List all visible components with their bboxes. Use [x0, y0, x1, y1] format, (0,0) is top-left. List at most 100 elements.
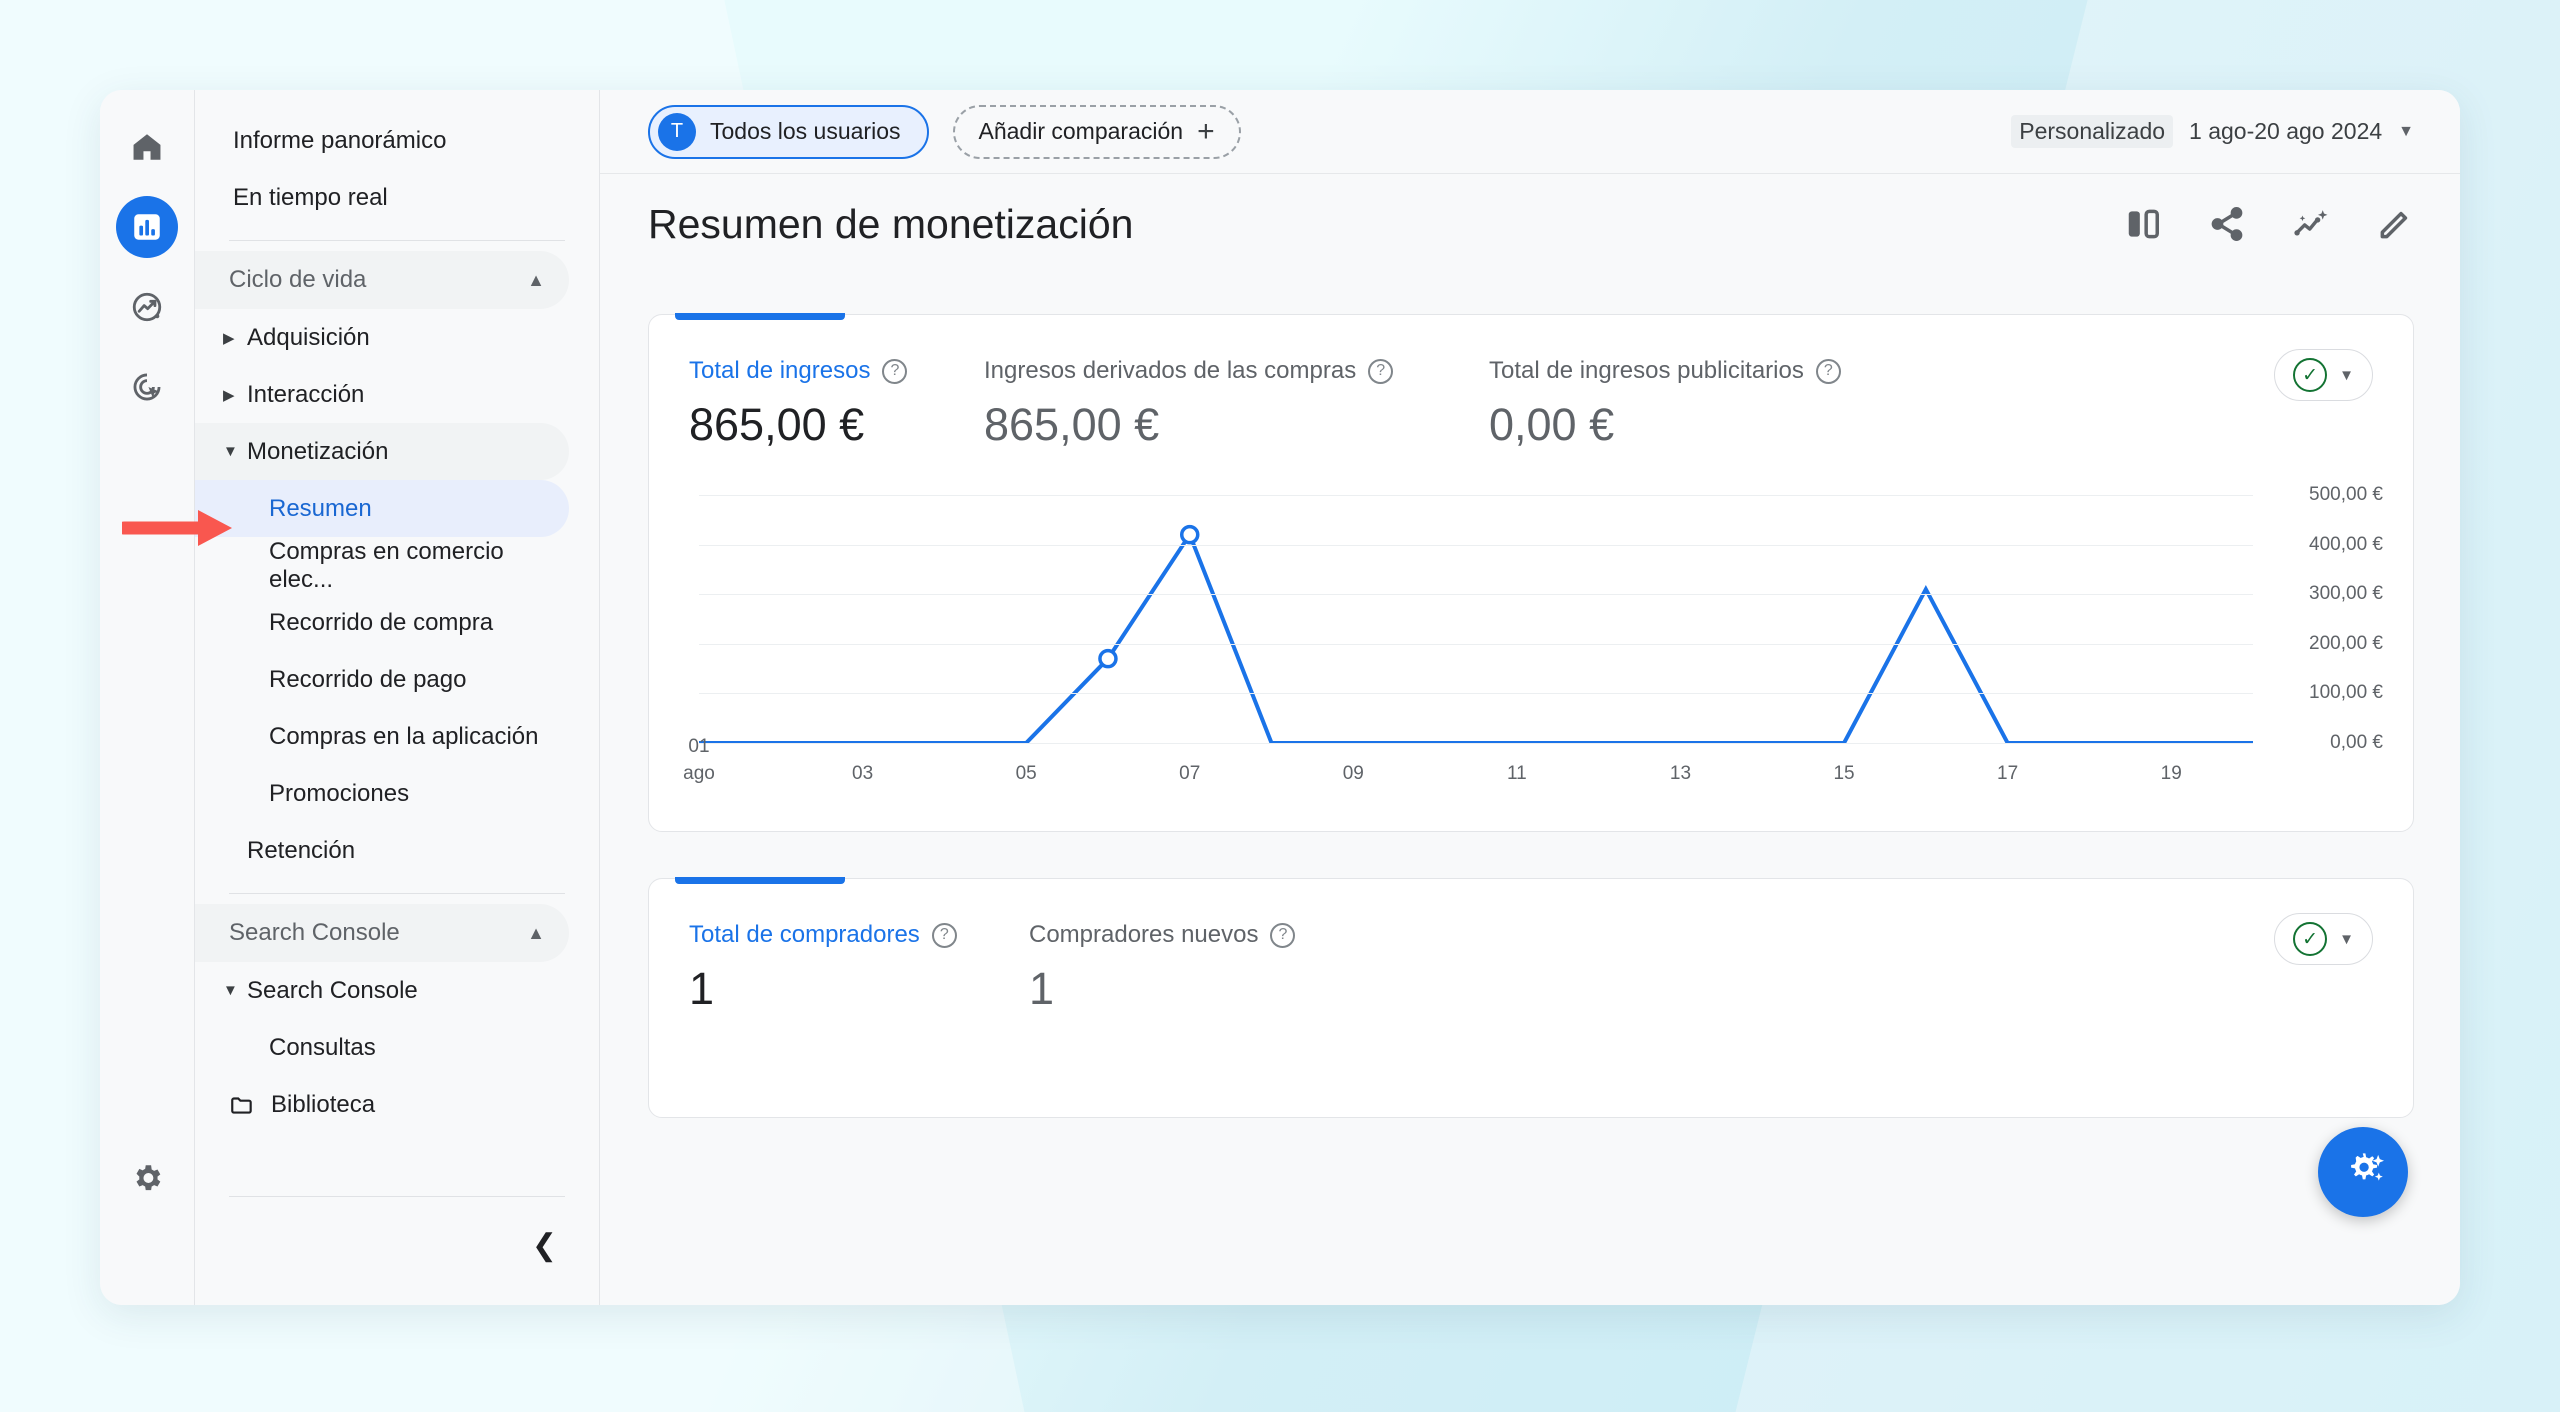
sidebar-item-biblioteca[interactable]: Biblioteca — [195, 1076, 569, 1133]
avatar: T — [658, 112, 696, 151]
metric-compradores-nuevos[interactable]: Compradores nuevos ? 1 — [1029, 921, 1296, 1015]
sidebar-item-label: Compras en comercio elec... — [269, 537, 504, 593]
metric-label-text: Total de ingresos publicitarios — [1489, 357, 1804, 384]
metric-total-de-compradores[interactable]: Total de compradores ? 1 — [689, 921, 1029, 1015]
sidebar-group-adquisicion[interactable]: ▶ Adquisición — [195, 309, 569, 366]
sidebar-group-search-console[interactable]: ▼ Search Console — [195, 962, 569, 1019]
chart-gridline — [699, 643, 2253, 645]
sidebar-item-compras-comercio-electronico[interactable]: Compras en comercio elec... — [195, 537, 569, 594]
sidebar-item-recorrido-de-pago[interactable]: Recorrido de pago — [195, 651, 569, 708]
help-icon[interactable]: ? — [1368, 358, 1394, 384]
metric-label: Total de ingresos publicitarios ? — [1489, 357, 1841, 385]
data-quality-status-badge[interactable]: ✓ ▼ — [2274, 349, 2373, 401]
sidebar-item-label: Resumen — [269, 494, 372, 522]
chevron-up-icon: ▲ — [527, 270, 545, 290]
explore-icon[interactable] — [116, 276, 178, 338]
date-range-label: 1 ago-20 ago 2024 — [2189, 118, 2383, 144]
compare-view-icon[interactable] — [2124, 205, 2162, 243]
analytics-app-window: Informe panorámico En tiempo real Ciclo … — [100, 90, 2460, 1305]
primary-icon-rail — [100, 90, 195, 1305]
sidebar-item-promociones[interactable]: Promociones — [195, 765, 569, 822]
chip-label: Todos los usuarios — [710, 118, 901, 144]
chevron-down-icon: ▼ — [2398, 122, 2414, 140]
report-scroll-area[interactable]: Total de ingresos ? 865,00 € Ingresos de… — [600, 274, 2460, 1305]
metric-total-de-ingresos[interactable]: Total de ingresos ? 865,00 € — [689, 357, 984, 451]
insights-icon[interactable] — [2292, 205, 2330, 243]
admin-gear-icon[interactable] — [116, 1147, 178, 1209]
sidebar-item-compras-en-la-aplicacion[interactable]: Compras en la aplicación — [195, 708, 569, 765]
caret-down-icon: ▼ — [2339, 930, 2354, 948]
chart-y-tick-label: 0,00 € — [2330, 732, 2383, 753]
metric-label: Compradores nuevos ? — [1029, 921, 1296, 949]
advertising-target-icon[interactable] — [116, 356, 178, 418]
chart-data-point[interactable] — [1098, 648, 1118, 669]
sidebar-group-interaccion[interactable]: ▶ Interacción — [195, 366, 569, 423]
chart-gridline — [699, 743, 2253, 744]
add-comparison-label: Añadir comparación — [978, 118, 1184, 144]
reports-bar-chart-icon[interactable] — [116, 196, 178, 258]
sidebar-section-ciclo-de-vida[interactable]: Ciclo de vida ▲ — [195, 251, 569, 309]
caret-down-icon: ▼ — [2339, 366, 2354, 384]
metric-label-text: Ingresos derivados de las compras — [984, 357, 1357, 384]
chart-x-tick-label: 15 — [1833, 763, 1855, 784]
metric-total-de-ingresos-publicitarios[interactable]: Total de ingresos publicitarios ? 0,00 € — [1489, 357, 1841, 451]
chip-all-users[interactable]: T Todos los usuarios — [648, 104, 929, 159]
sidebar-item-recorrido-de-compra[interactable]: Recorrido de compra — [195, 594, 569, 651]
help-icon[interactable]: ? — [1270, 922, 1296, 948]
revenue-overview-card: Total de ingresos ? 865,00 € Ingresos de… — [648, 313, 2414, 832]
share-icon[interactable] — [2208, 205, 2246, 243]
sidebar-item-informe-panoramico[interactable]: Informe panorámico — [195, 112, 567, 169]
metric-value: 865,00 € — [689, 399, 865, 450]
sidebar-item-label: Compras en la aplicación — [269, 722, 539, 750]
sidebar-section-search-console[interactable]: Search Console ▲ — [195, 904, 569, 962]
chart-y-tick-label: 500,00 € — [2309, 484, 2383, 505]
date-range-selector[interactable]: Personalizado 1 ago-20 ago 2024 ▼ — [2011, 115, 2414, 148]
chart-data-point[interactable] — [1179, 524, 1200, 545]
chevron-down-icon: ▼ — [223, 982, 238, 999]
add-comparison-button[interactable]: Añadir comparación + — [952, 104, 1241, 159]
sidebar-item-en-tiempo-real[interactable]: En tiempo real — [195, 169, 567, 226]
buyers-metrics-row: Total de compradores ? 1 Compradores nue… — [649, 879, 2413, 1015]
chart-gridline — [699, 693, 2253, 695]
annotation-arrow — [122, 505, 237, 551]
chart-x-tick-label: 19 — [2160, 763, 2182, 784]
home-icon[interactable] — [116, 116, 178, 178]
comparison-topbar: T Todos los usuarios Añadir comparación … — [600, 90, 2460, 174]
sidebar-item-retencion[interactable]: Retención — [195, 822, 569, 879]
sidebar-divider — [229, 893, 565, 894]
metric-value: 865,00 € — [984, 399, 1160, 450]
chart-y-tick-label: 200,00 € — [2309, 632, 2383, 654]
help-icon[interactable]: ? — [1815, 358, 1841, 384]
sidebar-section-label: Search Console — [229, 919, 400, 946]
chevron-right-icon: ▶ — [223, 329, 235, 347]
metric-label-text: Total de compradores — [689, 921, 920, 948]
chevron-up-icon: ▲ — [527, 923, 545, 943]
chart-y-tick-label: 100,00 € — [2309, 682, 2383, 704]
check-circle-icon: ✓ — [2293, 922, 2328, 956]
chart-y-tick-label: 400,00 € — [2309, 533, 2383, 555]
sidebar-group-monetizacion[interactable]: ▼ Monetización — [195, 423, 569, 480]
edit-pencil-icon[interactable] — [2376, 205, 2414, 243]
revenue-line-chart[interactable]: 0,00 € 100,00 € 200,00 € 300,00 € 400,00 € 50… — [683, 484, 2383, 785]
chart-x-tick-label: 11 — [1507, 763, 1527, 784]
sidebar-item-consultas[interactable]: Consultas — [195, 1019, 569, 1076]
chart-x-tick-label: 05 — [1015, 763, 1037, 784]
chart-x-tick-label: 07 — [1179, 763, 1201, 784]
sidebar-group-label: Interacción — [247, 380, 365, 408]
sidebar-item-resumen[interactable]: Resumen — [195, 480, 569, 537]
help-icon[interactable]: ? — [882, 358, 908, 384]
chart-x-tick-label: 17 — [1997, 763, 2019, 784]
help-icon[interactable]: ? — [931, 922, 957, 948]
assistant-fab-button[interactable] — [2318, 1127, 2408, 1217]
page-title: Resumen de monetización — [648, 200, 1134, 247]
chart-gridline — [699, 544, 2253, 546]
sidebar-item-label: Recorrido de pago — [269, 665, 467, 693]
folder-icon — [229, 1092, 255, 1118]
data-quality-status-badge[interactable]: ✓ ▼ — [2274, 913, 2373, 965]
chevron-left-icon[interactable]: ❮ — [532, 1231, 557, 1261]
chart-x-tick-label: 03 — [852, 763, 874, 784]
reports-sidebar: Informe panorámico En tiempo real Ciclo … — [195, 90, 600, 1305]
metric-ingresos-derivados-de-las-compras[interactable]: Ingresos derivados de las compras ? 865,… — [984, 357, 1489, 451]
date-preset-label: Personalizado — [2011, 115, 2174, 148]
sidebar-group-label: Search Console — [247, 976, 418, 1004]
